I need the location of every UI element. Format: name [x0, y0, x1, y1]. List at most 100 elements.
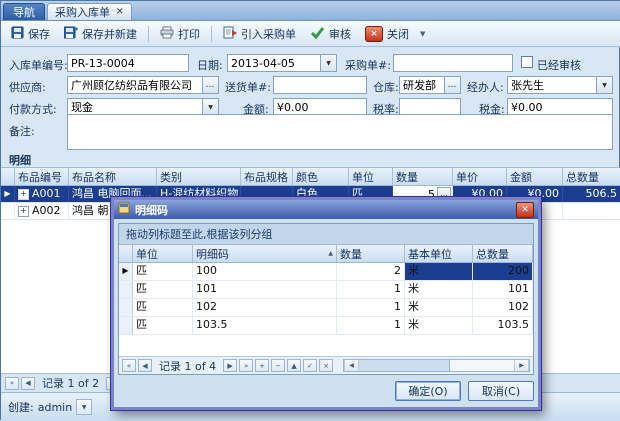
column-header-total[interactable]: 总数量 [563, 168, 620, 185]
cell-unit: 匹 [133, 263, 193, 280]
save-button[interactable]: 保存 [5, 24, 56, 44]
status-dropdown-icon[interactable]: ▼ [76, 399, 92, 415]
nav-endedit-button[interactable]: ✓ [303, 359, 317, 372]
toolbar: 保存 保存并新建 打印 引入采购单 审核 × 关闭 ▼ [1, 21, 620, 47]
nav-prev-button[interactable]: ◀ [21, 377, 35, 390]
cell-unit: 匹 [133, 317, 193, 334]
supplier-field[interactable]: 广州顾亿纺织品有限公司 … [67, 76, 219, 94]
group-by-panel[interactable]: 拖动列标题至此,根据该列分组 [119, 224, 533, 245]
import-purchase-order-button[interactable]: 引入采购单 [217, 24, 302, 44]
dialog-body: 拖动列标题至此,根据该列分组 单位 明细码 ▲ 数量 基本单位 总数量 ▶ 匹 … [114, 219, 538, 407]
app-window: 导航 采购入库单 ✕ 保存 保存并新建 打印 引入采购单 审核 [0, 0, 620, 420]
column-header-spec[interactable]: 布品规格 [241, 168, 293, 185]
cell-unit: 匹 [133, 281, 193, 298]
warehouse-value: 研发部 [400, 77, 444, 93]
column-header-code[interactable]: 布品编号 [15, 168, 69, 185]
nav-next-button[interactable]: ▶ [223, 359, 237, 372]
cell-total-qty: 101 [473, 281, 533, 298]
scroll-left-icon[interactable]: ◀ [344, 360, 359, 371]
column-header-price[interactable]: 单价 [453, 168, 507, 185]
delivery-note-label: 送货单#: [225, 79, 271, 95]
nav-prev-button[interactable]: ◀ [138, 359, 152, 372]
tab-purchase-inbound[interactable]: 采购入库单 ✕ [47, 3, 132, 20]
column-header-category[interactable]: 类别 [157, 168, 241, 185]
current-row-arrow-icon: ▶ [119, 263, 133, 280]
toolbar-overflow-icon[interactable]: ▼ [417, 30, 428, 38]
column-header-total-qty[interactable]: 总数量 [473, 245, 533, 262]
dialog-row-selected[interactable]: ▶ 匹 100 2 米 200 [119, 263, 533, 281]
audit-button[interactable]: 审核 [304, 24, 357, 44]
horizontal-scrollbar[interactable]: ◀ ▶ [343, 359, 530, 372]
remark-field[interactable] [67, 114, 613, 150]
print-label: 打印 [178, 26, 200, 42]
column-header-color[interactable]: 颜色 [293, 168, 349, 185]
scrollbar-thumb[interactable] [359, 360, 450, 371]
dialog-title-bar[interactable]: 明细码 ✕ [114, 200, 538, 219]
save-and-new-button[interactable]: 保存并新建 [58, 24, 143, 44]
save-and-new-label: 保存并新建 [82, 26, 137, 42]
column-header-detail-code[interactable]: 明细码 ▲ [193, 245, 337, 262]
cell-detail-code: 103.5 [193, 317, 337, 334]
date-dropdown-icon[interactable]: ▼ [320, 55, 336, 71]
payment-dropdown-icon[interactable]: ▼ [202, 99, 218, 115]
warehouse-field[interactable]: 研发部 … [399, 76, 461, 94]
cell-code: +A002 [15, 203, 69, 219]
dialog-grid: 拖动列标题至此,根据该列分组 单位 明细码 ▲ 数量 基本单位 总数量 ▶ 匹 … [118, 223, 534, 375]
import-purchase-order-label: 引入采购单 [241, 26, 296, 42]
current-row-arrow-icon: ▶ [1, 186, 15, 202]
cancel-button[interactable]: 取消(C) [468, 381, 534, 401]
dialog-grid-empty-area [119, 335, 533, 356]
payment-label: 付款方式: [9, 101, 57, 117]
tab-close-icon[interactable]: ✕ [116, 7, 124, 17]
nav-delete-button[interactable]: − [271, 359, 285, 372]
po-field[interactable] [393, 54, 513, 72]
column-header-qty[interactable]: 数量 [393, 168, 453, 185]
nav-edit-button[interactable]: ▲ [287, 359, 301, 372]
column-header-unit[interactable]: 单位 [349, 168, 393, 185]
scroll-right-icon[interactable]: ▶ [514, 360, 529, 371]
remark-label: 备注: [9, 123, 35, 139]
save-and-new-icon [64, 26, 78, 42]
nav-append-button[interactable]: + [255, 359, 269, 372]
warehouse-lookup-icon[interactable]: … [444, 77, 460, 93]
expand-icon[interactable]: + [18, 206, 29, 217]
audited-label: 已经审核 [537, 57, 581, 73]
toolbar-separator [148, 26, 149, 42]
column-header-unit[interactable]: 单位 [133, 245, 193, 262]
dialog-row[interactable]: 匹 101 1 米 101 [119, 281, 533, 299]
payment-value: 现金 [68, 99, 202, 115]
print-button[interactable]: 打印 [154, 24, 206, 44]
tab-navigation[interactable]: 导航 [3, 3, 45, 20]
tab-navigation-label: 导航 [13, 4, 35, 20]
detail-grid-header: 布品编号 布品名称 类别 布品规格 颜色 单位 数量 单价 金额 总数量 [1, 168, 620, 186]
column-header-amount[interactable]: 金额 [507, 168, 563, 185]
order-no-field[interactable]: PR-13-0004 [67, 54, 189, 72]
row-indicator [119, 281, 133, 298]
audited-checkbox[interactable] [521, 56, 533, 68]
nav-cancel-button[interactable]: × [319, 359, 333, 372]
close-icon: × [365, 26, 383, 42]
date-field[interactable]: 2013-04-05 ▼ [227, 54, 337, 72]
cell-total-qty: 200 [473, 263, 533, 280]
nav-first-button[interactable]: « [122, 359, 136, 372]
column-header-qty[interactable]: 数量 [337, 245, 405, 262]
handler-dropdown-icon[interactable]: ▼ [596, 77, 612, 93]
cell-base-unit: 米 [405, 317, 473, 334]
supplier-lookup-icon[interactable]: … [202, 77, 218, 93]
delivery-note-field[interactable] [273, 76, 367, 94]
nav-last-button[interactable]: » [239, 359, 253, 372]
cell-qty: 1 [337, 299, 405, 316]
column-header-base-unit[interactable]: 基本单位 [405, 245, 473, 262]
close-button[interactable]: × 关闭 [359, 24, 415, 44]
column-header-name[interactable]: 布品名称 [69, 168, 157, 185]
expand-icon[interactable]: + [18, 189, 29, 200]
audit-check-icon [310, 26, 325, 42]
cell-detail-code: 102 [193, 299, 337, 316]
dialog-button-bar: 确定(O) 取消(C) [118, 375, 534, 403]
handler-field[interactable]: 张先生 ▼ [507, 76, 613, 94]
dialog-row[interactable]: 匹 103.5 1 米 103.5 [119, 317, 533, 335]
nav-first-button[interactable]: « [5, 377, 19, 390]
dialog-close-button[interactable]: ✕ [516, 202, 534, 218]
ok-button[interactable]: 确定(O) [395, 381, 461, 401]
dialog-row[interactable]: 匹 102 1 米 102 [119, 299, 533, 317]
